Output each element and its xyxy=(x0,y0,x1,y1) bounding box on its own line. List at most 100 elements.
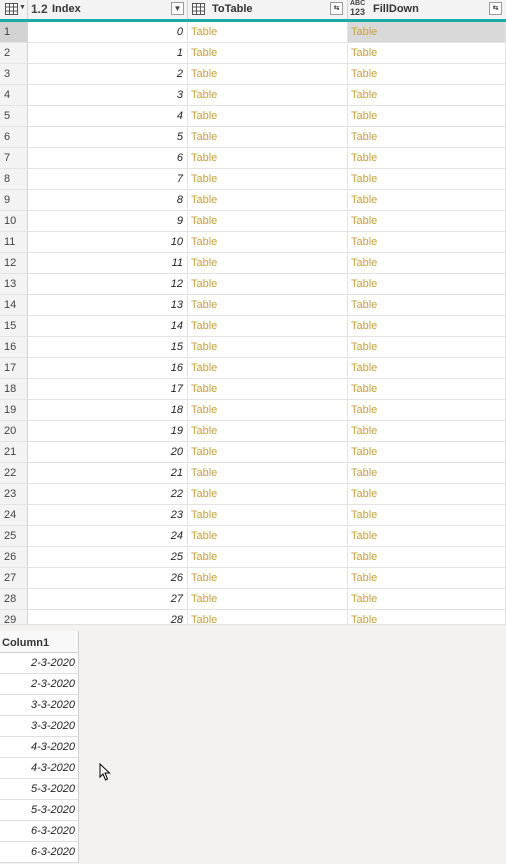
filldown-cell[interactable]: Table xyxy=(348,379,506,400)
filldown-cell[interactable]: Table xyxy=(348,316,506,337)
table-row[interactable]: 10 9 Table Table xyxy=(0,211,506,232)
index-cell[interactable]: 13 xyxy=(28,295,188,316)
table-row[interactable]: 24 23 Table Table xyxy=(0,505,506,526)
totable-cell[interactable]: Table xyxy=(188,190,348,211)
filldown-cell[interactable]: Table xyxy=(348,127,506,148)
index-cell[interactable]: 22 xyxy=(28,484,188,505)
row-number[interactable]: 5 xyxy=(0,106,28,127)
table-row[interactable]: 13 12 Table Table xyxy=(0,274,506,295)
filldown-cell[interactable]: Table xyxy=(348,64,506,85)
filldown-cell[interactable]: Table xyxy=(348,358,506,379)
index-cell[interactable]: 7 xyxy=(28,169,188,190)
totable-cell[interactable]: Table xyxy=(188,295,348,316)
table-row[interactable]: 23 22 Table Table xyxy=(0,484,506,505)
index-cell[interactable]: 28 xyxy=(28,610,188,624)
column-header-totable[interactable]: ToTable ⇆ xyxy=(188,0,348,19)
chevron-down-icon[interactable]: ▼ xyxy=(19,4,26,11)
table-icon[interactable] xyxy=(192,3,205,15)
index-cell[interactable]: 18 xyxy=(28,400,188,421)
totable-cell[interactable]: Table xyxy=(188,442,348,463)
table-row[interactable]: 15 14 Table Table xyxy=(0,316,506,337)
filldown-cell[interactable]: Table xyxy=(348,526,506,547)
table-row[interactable]: 9 8 Table Table xyxy=(0,190,506,211)
row-number[interactable]: 26 xyxy=(0,547,28,568)
totable-cell[interactable]: Table xyxy=(188,85,348,106)
filldown-cell[interactable]: Table xyxy=(348,505,506,526)
row-number[interactable]: 25 xyxy=(0,526,28,547)
totable-cell[interactable]: Table xyxy=(188,274,348,295)
filldown-cell[interactable]: Table xyxy=(348,295,506,316)
totable-cell[interactable]: Table xyxy=(188,526,348,547)
filter-dropdown-button[interactable]: ▼ xyxy=(171,2,184,15)
index-cell[interactable]: 24 xyxy=(28,526,188,547)
row-number[interactable]: 24 xyxy=(0,505,28,526)
row-number[interactable]: 21 xyxy=(0,442,28,463)
filldown-cell[interactable]: Table xyxy=(348,442,506,463)
filldown-cell[interactable]: Table xyxy=(348,400,506,421)
table-row[interactable]: 26 25 Table Table xyxy=(0,547,506,568)
filldown-cell[interactable]: Table xyxy=(348,232,506,253)
preview-row[interactable]: 5-3-2020 xyxy=(0,800,79,821)
totable-cell[interactable]: Table xyxy=(188,589,348,610)
index-cell[interactable]: 15 xyxy=(28,337,188,358)
index-cell[interactable]: 23 xyxy=(28,505,188,526)
filldown-cell[interactable]: Table xyxy=(348,484,506,505)
table-row[interactable]: 17 16 Table Table xyxy=(0,358,506,379)
preview-row[interactable]: 6-3-2020 xyxy=(0,821,79,842)
filldown-cell[interactable]: Table xyxy=(348,610,506,624)
row-number[interactable]: 15 xyxy=(0,316,28,337)
filldown-cell[interactable]: Table xyxy=(348,463,506,484)
preview-row[interactable]: 3-3-2020 xyxy=(0,695,79,716)
index-cell[interactable]: 14 xyxy=(28,316,188,337)
row-number[interactable]: 6 xyxy=(0,127,28,148)
row-number[interactable]: 19 xyxy=(0,400,28,421)
column-header-index[interactable]: 1.2 Index ▼ xyxy=(28,0,188,19)
filldown-cell[interactable]: Table xyxy=(348,211,506,232)
row-number[interactable]: 23 xyxy=(0,484,28,505)
totable-cell[interactable]: Table xyxy=(188,127,348,148)
totable-cell[interactable]: Table xyxy=(188,547,348,568)
table-row[interactable]: 21 20 Table Table xyxy=(0,442,506,463)
row-number[interactable]: 16 xyxy=(0,337,28,358)
row-number[interactable]: 27 xyxy=(0,568,28,589)
totable-cell[interactable]: Table xyxy=(188,169,348,190)
index-cell[interactable]: 10 xyxy=(28,232,188,253)
totable-cell[interactable]: Table xyxy=(188,484,348,505)
filldown-cell[interactable]: Table xyxy=(348,421,506,442)
totable-cell[interactable]: Table xyxy=(188,568,348,589)
row-number[interactable]: 10 xyxy=(0,211,28,232)
index-cell[interactable]: 6 xyxy=(28,148,188,169)
index-cell[interactable]: 20 xyxy=(28,442,188,463)
table-row[interactable]: 1 0 Table Table xyxy=(0,22,506,43)
totable-cell[interactable]: Table xyxy=(188,379,348,400)
filldown-cell[interactable]: Table xyxy=(348,148,506,169)
table-row[interactable]: 7 6 Table Table xyxy=(0,148,506,169)
row-number[interactable]: 1 xyxy=(0,22,28,43)
totable-cell[interactable]: Table xyxy=(188,22,348,43)
filldown-cell[interactable]: Table xyxy=(348,253,506,274)
table-row[interactable]: 27 26 Table Table xyxy=(0,568,506,589)
preview-row[interactable]: 6-3-2020 xyxy=(0,842,79,863)
index-cell[interactable]: 1 xyxy=(28,43,188,64)
row-number[interactable]: 17 xyxy=(0,358,28,379)
totable-cell[interactable]: Table xyxy=(188,610,348,624)
totable-cell[interactable]: Table xyxy=(188,64,348,85)
filldown-cell[interactable]: Table xyxy=(348,85,506,106)
filldown-cell[interactable]: Table xyxy=(348,22,506,43)
preview-row[interactable]: 5-3-2020 xyxy=(0,779,79,800)
table-row[interactable]: 29 28 Table Table xyxy=(0,610,506,624)
totable-cell[interactable]: Table xyxy=(188,463,348,484)
row-number[interactable]: 11 xyxy=(0,232,28,253)
index-cell[interactable]: 11 xyxy=(28,253,188,274)
row-number[interactable]: 4 xyxy=(0,85,28,106)
table-row[interactable]: 6 5 Table Table xyxy=(0,127,506,148)
row-number[interactable]: 13 xyxy=(0,274,28,295)
table-row[interactable]: 20 19 Table Table xyxy=(0,421,506,442)
table-row[interactable]: 8 7 Table Table xyxy=(0,169,506,190)
row-number[interactable]: 9 xyxy=(0,190,28,211)
totable-cell[interactable]: Table xyxy=(188,337,348,358)
expand-column-button[interactable]: ⇆ xyxy=(489,2,502,15)
row-number[interactable]: 12 xyxy=(0,253,28,274)
row-number[interactable]: 28 xyxy=(0,589,28,610)
table-menu-cell[interactable]: ▼ xyxy=(0,0,28,19)
